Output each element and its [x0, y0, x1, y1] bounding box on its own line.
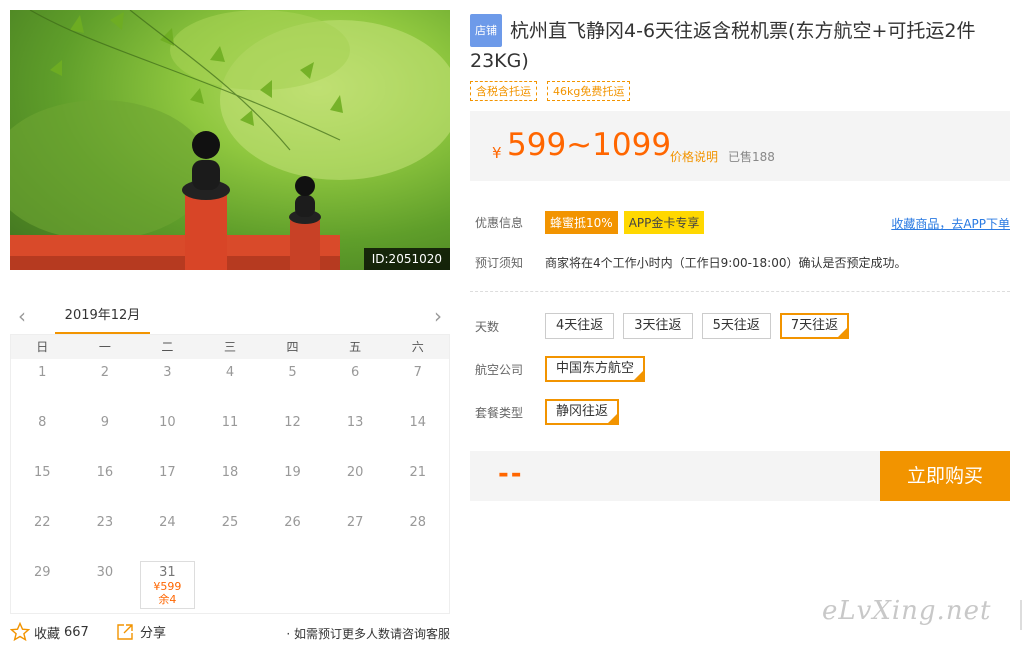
bamboo-bridge-image	[10, 10, 450, 270]
weekday-label: 二	[161, 340, 174, 354]
calendar-nav: ‹ 2019年12月 ›	[10, 298, 450, 334]
days-option-5[interactable]: 5天往返	[701, 313, 771, 339]
package-options: 静冈往返	[545, 399, 620, 425]
airline-options: 中国东方航空	[545, 356, 646, 382]
calendar-grid: 1 2 3 4 5 6 7 8 9 10 11 12 13 14 15 16 1…	[11, 359, 449, 609]
price-box: ¥ 599~1099 价格说明 已售188	[470, 111, 1010, 181]
airline-option-china-eastern[interactable]: 中国东方航空	[545, 356, 646, 382]
calendar-weekday-row: 日 一 二 三 四 五 六	[11, 335, 449, 359]
section-divider	[470, 291, 1010, 292]
calendar-day: 26	[284, 515, 301, 530]
package-option-shizuoka-roundtrip[interactable]: 静冈往返	[545, 399, 620, 425]
chevron-right-icon[interactable]: ›	[428, 304, 448, 328]
share-icon	[117, 623, 133, 640]
days-options: 4天往返 3天往返 5天往返 7天往返	[545, 313, 850, 339]
price-description-link[interactable]: 价格说明	[670, 148, 718, 165]
calendar-day: 4	[225, 365, 235, 380]
calendar-day: 9	[100, 415, 109, 430]
product-image: ID:2051020	[10, 10, 450, 270]
calendar-day: 5	[288, 365, 297, 380]
calendar-day-price: ¥599	[153, 580, 182, 593]
calendar-day: 2	[100, 365, 109, 380]
package-label: 套餐类型	[475, 406, 524, 420]
calendar-day: 6	[350, 365, 360, 380]
product-tags: 含税含托运 46kg免费托运	[470, 81, 631, 101]
days-label: 天数	[475, 320, 500, 334]
buy-now-button[interactable]: 立即购买	[880, 451, 1010, 501]
calendar-day-available[interactable]: 31 ¥599 余4	[140, 561, 195, 609]
share-button[interactable]: 分享	[116, 622, 166, 641]
calendar-day-remaining: 余4	[158, 593, 177, 606]
app-gold-card-badge: APP金卡专享	[623, 211, 705, 234]
total-bar: --	[470, 451, 880, 501]
calendar-day: 14	[409, 415, 426, 430]
calendar-day: 23	[96, 515, 114, 530]
calendar-day-number: 31	[159, 565, 176, 580]
calendar: 日 一 二 三 四 五 六 1 2 3 4 5 6 7 8 9 10 11 12…	[10, 334, 450, 614]
calendar-day: 24	[159, 515, 176, 530]
calendar-day: 3	[163, 365, 172, 380]
calendar-day: 18	[221, 465, 239, 480]
notice-text: 商家将在4个工作小时内（工作日9:00-18:00）确认是否预定成功。	[545, 256, 907, 270]
product-title-block: 店铺 杭州直飞静冈4-6天往返含税机票(东方航空+可托运2件23KG)	[470, 14, 1015, 76]
image-id-label: ID:2051020	[363, 248, 450, 270]
days-option-7[interactable]: 7天往返	[779, 313, 850, 339]
calendar-month-tab[interactable]: 2019年12月	[55, 304, 150, 334]
weekday-label: 四	[286, 340, 299, 354]
days-option-4[interactable]: 4天往返	[545, 313, 615, 339]
site-watermark: eLvXing.net	[822, 596, 992, 626]
weekday-label: 六	[411, 340, 424, 354]
favorite-count: 667	[64, 624, 89, 640]
calendar-day: 29	[34, 565, 51, 580]
watermark-bar	[1020, 600, 1022, 630]
image-footer: 收藏 667 分享 · 如需预订更多人数请咨询客服	[10, 622, 450, 644]
weekday-label: 三	[223, 340, 236, 354]
calendar-day: 28	[409, 515, 426, 530]
product-tag: 46kg免费托运	[547, 81, 631, 101]
total-price: --	[498, 459, 524, 489]
weekday-label: 一	[98, 340, 111, 354]
airline-label: 航空公司	[475, 363, 524, 377]
consult-notice: · 如需预订更多人数请咨询客服	[286, 627, 450, 641]
weekday-label: 日	[36, 340, 49, 354]
product-title: 店铺 杭州直飞静冈4-6天往返含税机票(东方航空+可托运2件23KG)	[470, 14, 1015, 76]
shop-badge: 店铺	[470, 14, 502, 47]
star-icon	[10, 622, 30, 642]
price-currency: ¥	[492, 144, 502, 162]
weekday-label: 五	[349, 340, 362, 354]
calendar-day: 27	[346, 515, 364, 530]
honey-discount-badge: 蜂蜜抵10%	[545, 211, 618, 234]
product-title-text: 杭州直飞静冈4-6天往返含税机票(东方航空+可托运2件23KG)	[470, 20, 976, 72]
promo-label: 优惠信息	[475, 216, 524, 230]
promo-badges: 蜂蜜抵10% APP金卡专享	[545, 211, 705, 234]
calendar-day: 20	[346, 465, 364, 480]
calendar-day: 25	[221, 515, 239, 530]
calendar-day: 17	[159, 465, 176, 480]
calendar-day: 12	[284, 415, 301, 430]
calendar-day: 13	[346, 415, 364, 430]
calendar-day: 30	[96, 565, 114, 580]
calendar-day: 10	[159, 415, 176, 430]
product-tag: 含税含托运	[470, 81, 537, 101]
share-label: 分享	[140, 626, 167, 641]
favorite-label: 收藏	[34, 626, 61, 642]
app-order-link[interactable]: 收藏商品，去APP下单	[891, 215, 1010, 232]
chevron-left-icon[interactable]: ‹	[12, 304, 32, 328]
calendar-day: 16	[96, 465, 114, 480]
notice-label: 预订须知	[475, 256, 524, 270]
sold-count: 已售188	[728, 150, 775, 164]
calendar-day: 21	[409, 465, 426, 480]
price-range: 599~1099	[507, 127, 672, 163]
calendar-day: 7	[413, 365, 422, 380]
calendar-day: 11	[221, 415, 239, 430]
calendar-day: 8	[38, 415, 47, 430]
calendar-day: 19	[284, 465, 301, 480]
calendar-day: 22	[34, 515, 51, 530]
days-option-3[interactable]: 3天往返	[623, 313, 693, 339]
calendar-day: 15	[34, 465, 51, 480]
consult-text: 如需预订更多人数请咨询客服	[293, 627, 450, 641]
favorite-button[interactable]: 收藏 667	[10, 622, 89, 642]
calendar-day: 1	[38, 365, 47, 380]
